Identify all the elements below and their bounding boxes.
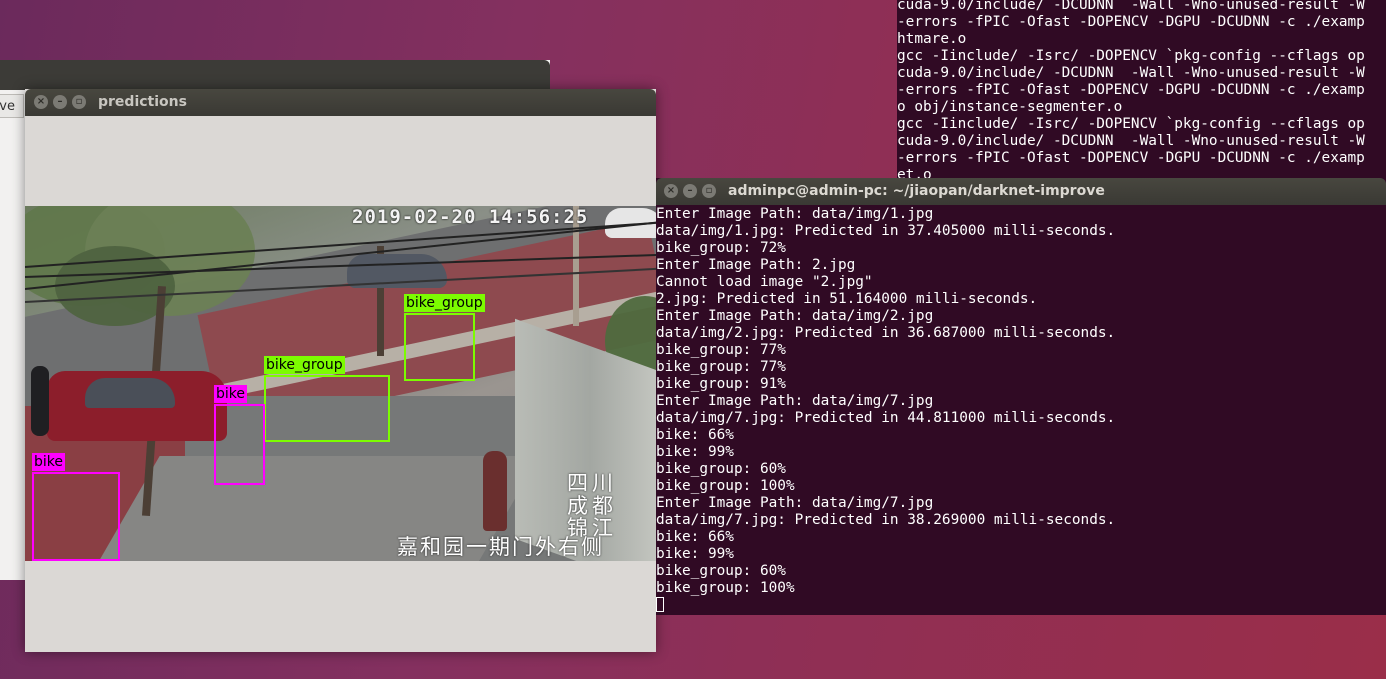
bg-terminal-line: o obj/instance-segmenter.o xyxy=(897,99,1123,115)
bg-terminal-line: -errors -fPIC -Ofast -DOPENCV -DGPU -DCU… xyxy=(897,14,1365,30)
terminal-line: data/img/2.jpg: Predicted in 36.687000 m… xyxy=(656,325,1116,341)
terminal-line: Enter Image Path: data/img/7.jpg xyxy=(656,495,934,511)
cursor-block xyxy=(656,597,664,612)
terminal-line: bike_group: 77% xyxy=(656,359,786,375)
minimize-icon[interactable]: – xyxy=(683,184,697,198)
terminal-prompt[interactable] xyxy=(656,597,1386,614)
background-window-titlebar[interactable] xyxy=(0,60,550,90)
terminal-titlebar[interactable]: × – ▫ adminpc@admin-pc: ~/jiaopan/darkne… xyxy=(656,178,1386,205)
predictions-window[interactable]: × – ▫ predictions bike_group bike_group … xyxy=(25,89,656,652)
bg-terminal-line: cuda-9.0/include/ -DCUDNN -Wall -Wno-unu… xyxy=(897,133,1365,149)
bg-terminal-line: -errors -fPIC -Ofast -DOPENCV -DGPU -DCU… xyxy=(897,82,1365,98)
bg-terminal-line: -errors -fPIC -Ofast -DOPENCV -DGPU -DCU… xyxy=(897,150,1365,166)
prediction-image: bike_group bike_group bike bike 2019-02-… xyxy=(25,206,656,561)
pedestrian xyxy=(31,366,49,436)
bg-terminal-line: gcc -Iinclude/ -Isrc/ -DOPENCV `pkg-conf… xyxy=(897,116,1365,132)
terminal-line: bike: 99% xyxy=(656,546,734,562)
terminal-line: data/img/1.jpg: Predicted in 37.405000 m… xyxy=(656,223,1116,239)
terminal-line: Enter Image Path: data/img/2.jpg xyxy=(656,308,934,324)
detection-box-bike xyxy=(32,472,120,561)
terminal-line: bike_group: 72% xyxy=(656,240,786,256)
background-window-tab[interactable]: ve xyxy=(0,94,24,118)
detection-label: bike xyxy=(214,385,247,403)
bg-terminal-line: cuda-9.0/include/ -DCUDNN -Wall -Wno-unu… xyxy=(897,0,1365,13)
terminal-line: bike: 99% xyxy=(656,444,734,460)
osd-location-bottom: 嘉和园一期门外右侧 xyxy=(397,535,604,559)
window-title: predictions xyxy=(98,94,187,110)
terminal-line: data/img/7.jpg: Predicted in 38.269000 m… xyxy=(656,512,1116,528)
minimize-icon[interactable]: – xyxy=(53,95,67,109)
window-title: adminpc@admin-pc: ~/jiaopan/darknet-impr… xyxy=(728,183,1105,199)
background-terminal[interactable]: cuda-9.0/include/ -DCUDNN -Wall -Wno-unu… xyxy=(897,0,1386,180)
terminal-line: bike_group: 60% xyxy=(656,461,786,477)
terminal-line: bike_group: 60% xyxy=(656,563,786,579)
terminal-line: 2.jpg: Predicted in 51.164000 milli-seco… xyxy=(656,291,1038,307)
detection-label: bike_group xyxy=(264,356,345,374)
terminal-line: Cannot load image "2.jpg" xyxy=(656,274,873,290)
detection-box-bike-group xyxy=(404,313,475,381)
terminal-line: bike_group: 77% xyxy=(656,342,786,358)
terminal-line: bike_group: 91% xyxy=(656,376,786,392)
detection-box-bike-group xyxy=(264,375,390,442)
terminal-output[interactable]: Enter Image Path: data/img/1.jpg data/im… xyxy=(656,206,1386,615)
camera-timestamp: 2019-02-20 14:56:25 xyxy=(352,206,589,228)
terminal-line: Enter Image Path: data/img/1.jpg xyxy=(656,206,934,222)
close-icon[interactable]: × xyxy=(34,95,48,109)
close-icon[interactable]: × xyxy=(664,184,678,198)
car-window xyxy=(85,378,175,408)
terminal-window[interactable]: × – ▫ adminpc@admin-pc: ~/jiaopan/darkne… xyxy=(656,178,1386,615)
detection-label: bike xyxy=(32,453,65,471)
bg-terminal-line: gcc -Iinclude/ -Isrc/ -DOPENCV `pkg-conf… xyxy=(897,48,1365,64)
terminal-line: Enter Image Path: data/img/7.jpg xyxy=(656,393,934,409)
bg-terminal-line: htmare.o xyxy=(897,31,967,47)
bg-terminal-line: cuda-9.0/include/ -DCUDNN -Wall -Wno-unu… xyxy=(897,65,1365,81)
terminal-line: bike: 66% xyxy=(656,529,734,545)
maximize-icon[interactable]: ▫ xyxy=(72,95,86,109)
terminal-line: bike_group: 100% xyxy=(656,478,795,494)
predictions-titlebar[interactable]: × – ▫ predictions xyxy=(25,89,656,116)
terminal-line: bike: 66% xyxy=(656,427,734,443)
pedestrian xyxy=(483,451,507,531)
terminal-line: bike_group: 100% xyxy=(656,580,795,596)
terminal-line: data/img/7.jpg: Predicted in 44.811000 m… xyxy=(656,410,1116,426)
terminal-line: Enter Image Path: 2.jpg xyxy=(656,257,856,273)
detection-label: bike_group xyxy=(404,294,485,312)
detection-box-bike xyxy=(214,404,265,485)
maximize-icon[interactable]: ▫ xyxy=(702,184,716,198)
